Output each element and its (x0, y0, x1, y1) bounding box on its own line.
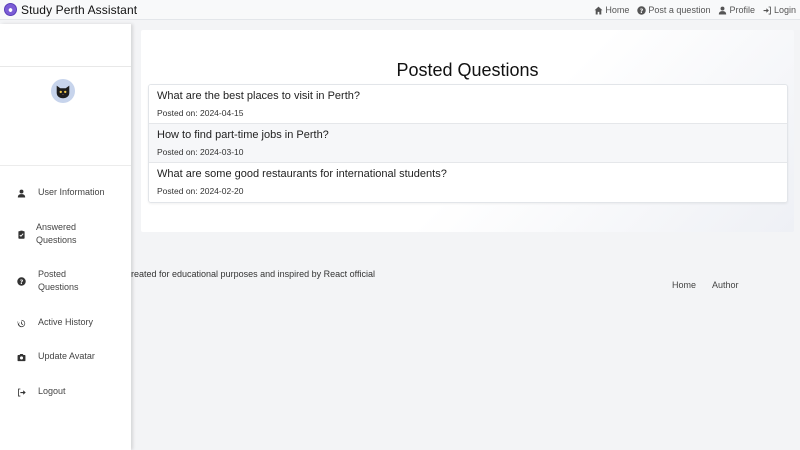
clipboard-check-icon (16, 229, 26, 239)
footer-text: reated for educational purposes and insp… (131, 269, 375, 279)
app-title: Study Perth Assistant (21, 2, 138, 17)
sidebar-item-label-line1: Posted (38, 269, 67, 279)
sidebar-item-label: Active History (38, 317, 94, 327)
person-icon (719, 6, 727, 14)
sidebar-item-logout[interactable]: Logout (0, 385, 131, 399)
person-icon (16, 188, 26, 198)
sidebar-item-answered-questions[interactable]: Answered Questions (0, 221, 131, 247)
nav-home-link[interactable]: Home (594, 5, 629, 15)
svg-text:?: ? (640, 7, 644, 14)
questions-list: What are the best places to visit in Per… (148, 84, 788, 203)
question-title: What are the best places to visit in Per… (157, 90, 360, 102)
nav-post-question-link[interactable]: ? Post a question (637, 5, 710, 15)
cat-avatar-icon (56, 85, 70, 99)
history-icon (16, 318, 26, 328)
camera-icon (16, 352, 26, 362)
nav-links: Home ? Post a question Profile Login (586, 0, 796, 20)
sidebar-item-user-information[interactable]: User Information (0, 186, 131, 200)
question-circle-icon: ? (637, 5, 647, 14)
footer-links: Home Author (672, 280, 755, 290)
nav-profile-label: Profile (729, 5, 755, 15)
list-item[interactable]: What are some good restaurants for inter… (149, 163, 787, 202)
sidebar-item-active-history[interactable]: Active History (0, 316, 131, 330)
sidebar-divider (0, 66, 131, 67)
sidebar-item-label-line2: Questions (38, 282, 79, 292)
list-item[interactable]: What are the best places to visit in Per… (149, 85, 787, 124)
sidebar-item-label: Logout (38, 386, 66, 396)
sidebar-divider (0, 165, 131, 166)
sidebar-item-label: User Information (38, 187, 105, 197)
svg-text:?: ? (19, 278, 23, 285)
nav-login-link[interactable]: Login (763, 5, 796, 15)
nav-profile-link[interactable]: Profile (718, 5, 755, 15)
question-date: Posted on: 2024-04-15 (157, 108, 244, 118)
sidebar-item-update-avatar[interactable]: Update Avatar (0, 350, 131, 364)
footer-home-link[interactable]: Home (672, 280, 696, 290)
footer-author-link[interactable]: Author (712, 280, 739, 290)
login-icon (763, 6, 771, 14)
nav-login-label: Login (773, 5, 796, 15)
question-title: How to find part-time jobs in Perth? (157, 129, 329, 141)
sidebar-item-label: Update Avatar (38, 351, 95, 361)
logout-icon (16, 387, 26, 397)
list-item[interactable]: How to find part-time jobs in Perth? Pos… (149, 124, 787, 163)
sidebar-item-label-line2: Questions (36, 235, 77, 245)
question-date: Posted on: 2024-03-10 (157, 147, 244, 157)
main-card: Posted Questions What are the best place… (141, 30, 794, 232)
app-logo-icon (4, 3, 17, 16)
nav-home-label: Home (605, 5, 630, 15)
top-navbar: Study Perth Assistant Home ? Post a ques… (0, 0, 800, 20)
sidebar: User Information Answered Questions ? Po… (0, 24, 131, 450)
home-icon (594, 6, 603, 14)
nav-post-question-label: Post a question (648, 5, 711, 15)
question-date: Posted on: 2024-02-20 (157, 186, 244, 196)
question-circle-icon: ? (16, 276, 26, 286)
avatar[interactable] (51, 79, 75, 103)
brand[interactable]: Study Perth Assistant (4, 3, 137, 17)
sidebar-item-posted-questions[interactable]: ? Posted Questions (0, 268, 131, 294)
question-title: What are some good restaurants for inter… (157, 168, 447, 180)
page-title: Posted Questions (396, 60, 539, 80)
sidebar-item-label-line1: Answered (36, 222, 77, 232)
